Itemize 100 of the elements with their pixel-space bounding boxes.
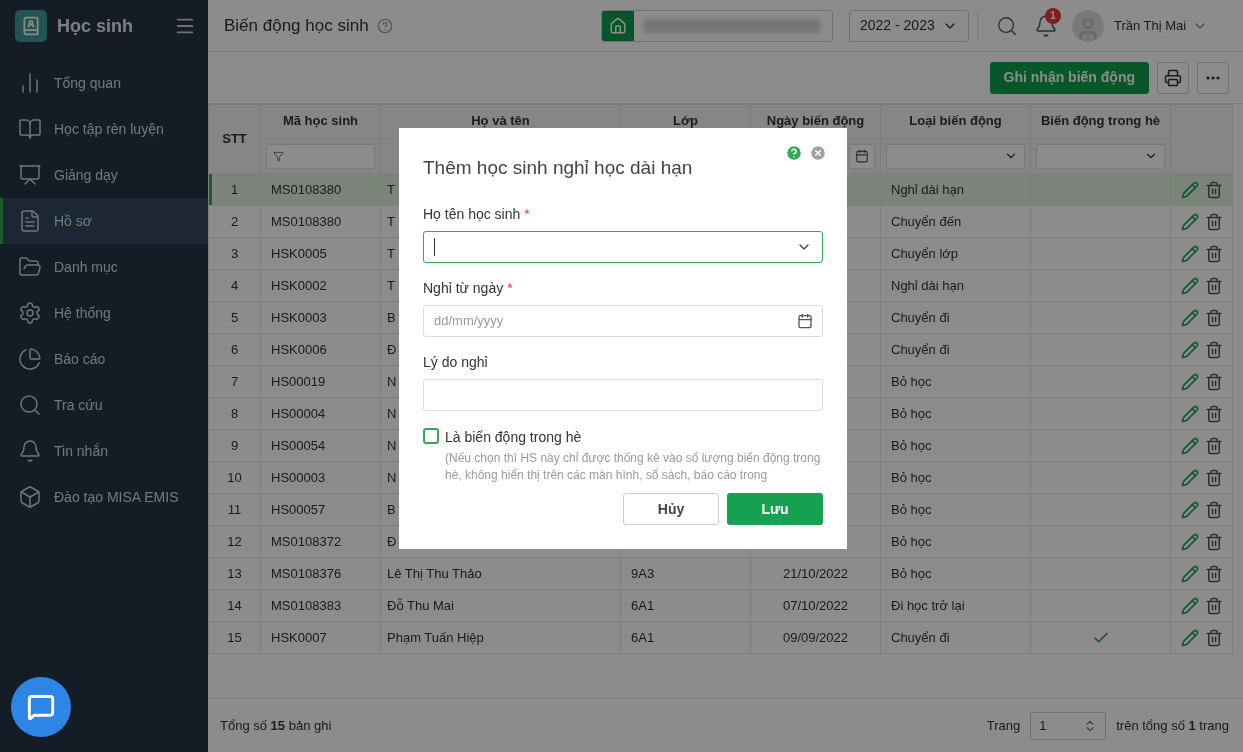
table-cell: 6A1 [620,589,751,622]
trash-icon[interactable] [1204,500,1223,519]
trash-icon[interactable] [1204,340,1223,359]
date-filter-field[interactable] [849,143,875,169]
document-icon [18,209,42,233]
pencil-icon[interactable] [1180,404,1199,423]
table-cell: Đi học trở lại [880,589,1031,622]
table-cell: HSK0003 [260,301,381,334]
record-change-button[interactable]: Ghi nhận biến động [989,61,1149,94]
table-cell: Bỏ học [880,557,1031,590]
cancel-button[interactable]: Hủy [623,493,719,525]
trash-icon[interactable] [1204,212,1223,231]
table-cell: MS0108372 [260,525,381,558]
school-field[interactable] [601,9,833,42]
table-cell: Chuyển đi [880,333,1031,366]
sidebar-item[interactable]: Tổng quan [0,60,208,106]
table-cell: HS00019 [260,365,381,398]
more-button[interactable] [1197,61,1229,94]
trash-icon[interactable] [1204,532,1223,551]
pencil-icon[interactable] [1180,468,1199,487]
trash-icon[interactable] [1204,180,1223,199]
trash-icon[interactable] [1204,404,1223,423]
bell-icon[interactable] [1034,13,1058,38]
date-field[interactable]: dd/mm/yyyy [423,304,823,337]
trash-icon[interactable] [1204,628,1223,647]
pencil-icon[interactable] [1180,500,1199,519]
pencil-icon[interactable] [1180,180,1199,199]
trash-icon[interactable] [1204,244,1223,263]
help-icon[interactable] [376,17,393,34]
avatar[interactable] [1072,9,1104,42]
page-field[interactable]: 1 [1030,711,1107,740]
pencil-icon[interactable] [1180,244,1199,263]
sidebar-item[interactable]: Báo cáo [0,336,208,382]
sidebar-item[interactable]: Tra cứu [0,382,208,428]
table-cell: 21/10/2022 [750,557,881,590]
filter-field[interactable] [266,143,375,169]
calendar-icon [855,149,869,163]
save-button[interactable]: Lưu [727,493,823,525]
calendar-icon[interactable] [797,312,813,329]
table-cell: 9A3 [620,557,751,590]
print-button[interactable] [1157,61,1189,94]
table-cell: 12 [208,525,261,558]
pencil-icon[interactable] [1180,564,1199,583]
pencil-icon[interactable] [1180,212,1199,231]
trash-icon[interactable] [1204,372,1223,391]
table-cell: MS0108383 [260,589,381,622]
sidebar-item[interactable]: Danh mục [0,244,208,290]
table-cell: 09/09/2022 [750,621,881,654]
sidebar-item[interactable]: Hệ thống [0,290,208,336]
table-cell: 14 [208,589,261,622]
pencil-icon[interactable] [1180,628,1199,647]
table-row[interactable]: 14 MS0108383 Đỗ Thu Mai 6A1 07/10/2022 Đi học trở lại [208,589,1233,622]
column-header: Loại biến động [880,104,1031,139]
table-cell: 9 [208,429,261,462]
sidebar-item[interactable]: Hồ sơ [0,198,208,244]
field-label: Họ tên học sinh [423,204,521,224]
table-row[interactable]: 15 HSK0007 Phạm Tuấn Hiệp 6A1 09/09/2022 Chuyển đi [208,621,1233,654]
table-cell: HS00003 [260,461,381,494]
table-cell: 15 [208,621,261,654]
record-count: Tổng số 15 bản ghi [220,716,332,735]
table-cell: Chuyển lớp [880,237,1031,270]
table-cell: 8 [208,397,261,430]
trash-icon[interactable] [1204,564,1223,583]
table-cell: Nghỉ dài hạn [880,173,1031,206]
table-cell: HS00054 [260,429,381,462]
trash-icon[interactable] [1204,436,1223,455]
year-select[interactable]: 2022 - 2023 [849,9,969,42]
pencil-icon[interactable] [1180,276,1199,295]
notification-badge: 1 [1045,7,1061,24]
trash-icon[interactable] [1204,308,1223,327]
checkbox[interactable] [423,427,439,444]
pencil-icon[interactable] [1180,308,1199,327]
pencil-icon[interactable] [1180,436,1199,455]
table-cell: HSK0007 [260,621,381,654]
trash-icon[interactable] [1204,468,1223,487]
table-cell: Đỗ Thu Mai [380,589,621,622]
input-field[interactable] [423,378,823,411]
required-mark: * [507,278,513,298]
table-cell: 13 [208,557,261,590]
student-combo-box[interactable] [423,230,823,263]
sidebar-item[interactable]: Giảng dạy [0,152,208,198]
table-cell: MS0108380 [260,173,381,206]
more-icon [1206,75,1220,80]
close-icon[interactable] [809,144,827,162]
trash-icon[interactable] [1204,596,1223,615]
table-row[interactable]: 13 MS0108376 Lê Thị Thu Thảo 9A3 21/10/2022 Bỏ học [208,557,1233,590]
pencil-icon[interactable] [1180,372,1199,391]
pencil-icon[interactable] [1180,340,1199,359]
search-icon[interactable] [996,14,1018,37]
sidebar-item[interactable]: Học tập rèn luyện [0,106,208,152]
table-cell: MS0108376 [260,557,381,590]
table-cell: Bỏ học [880,493,1031,526]
printer-icon [1164,68,1182,87]
user-name[interactable]: Trần Thị Mai [1114,15,1187,36]
trash-icon[interactable] [1204,276,1223,295]
sidebar-item[interactable]: Đào tạo MISA EMIS [0,474,208,520]
sidebar-item[interactable]: Tin nhắn [0,428,208,474]
pencil-icon[interactable] [1180,532,1199,551]
pencil-icon[interactable] [1180,596,1199,615]
table-cell: 7 [208,365,261,398]
